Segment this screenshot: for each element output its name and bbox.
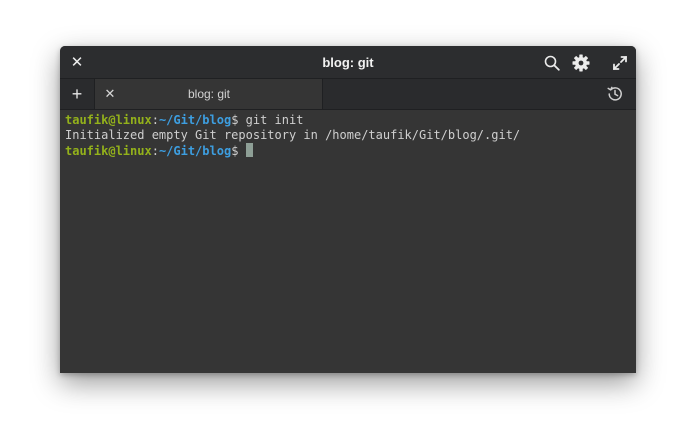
new-tab-button[interactable]: + [60, 79, 95, 109]
prompt-user-host: taufik@linux [65, 113, 152, 127]
header-bar: ✕ blog: git [60, 46, 636, 79]
settings-button[interactable] [570, 52, 592, 74]
prompt-user-host: taufik@linux [65, 144, 152, 158]
prompt-path: ~/Git/blog [158, 113, 232, 127]
command-text: git init [238, 113, 304, 127]
search-icon [544, 55, 560, 71]
prompt-line: taufik@linux:~/Git/blog$ [65, 143, 631, 158]
close-icon: ✕ [70, 54, 84, 71]
search-button[interactable] [541, 52, 563, 74]
prompt-separator: : [151, 144, 159, 158]
tab-history-button[interactable] [605, 84, 625, 104]
tab-label: blog: git [187, 87, 231, 101]
prompt-separator: : [151, 113, 159, 127]
history-icon [607, 86, 622, 101]
prompt-path: ~/Git/blog [158, 144, 232, 158]
terminal-window: ✕ blog: git + ✕ blog: git taufik@linux:~… [60, 46, 636, 373]
terminal-output[interactable]: taufik@linux:~/Git/blog$ git init Initia… [60, 110, 636, 373]
close-window-button[interactable]: ✕ [68, 53, 86, 71]
tab-bar: + ✕ blog: git [60, 79, 636, 110]
maximize-button[interactable] [609, 52, 631, 74]
prompt-line: taufik@linux:~/Git/blog$ git init [65, 113, 631, 128]
command-text [238, 144, 245, 158]
text-cursor [245, 143, 253, 157]
close-tab-button[interactable]: ✕ [102, 85, 118, 103]
maximize-icon [613, 56, 627, 70]
tab-blog-git[interactable]: ✕ blog: git [95, 79, 323, 109]
gear-icon [572, 54, 590, 72]
plus-icon: + [71, 83, 83, 104]
close-icon: ✕ [104, 86, 116, 101]
output-line: Initialized empty Git repository in /hom… [65, 128, 521, 142]
